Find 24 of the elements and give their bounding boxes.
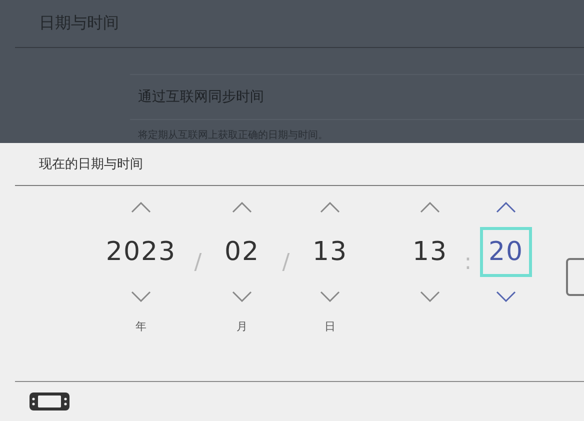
separator: / xyxy=(281,250,291,275)
separator: : xyxy=(463,250,473,275)
handheld-console-icon xyxy=(29,392,70,411)
number-field[interactable]: 02 xyxy=(216,227,268,277)
up-caret-icon[interactable] xyxy=(320,202,340,213)
down-caret-icon[interactable] xyxy=(232,291,252,302)
button-outline[interactable] xyxy=(566,258,584,296)
number-field[interactable]: 13 xyxy=(304,227,356,277)
up-caret-icon[interactable] xyxy=(420,202,440,213)
field-label: 月 xyxy=(236,319,248,333)
up-caret-icon[interactable] xyxy=(232,202,252,213)
dialog-title: 现在的日期与时间 xyxy=(39,156,143,173)
number-field[interactable]: 2023 xyxy=(100,227,182,277)
number-field[interactable]: 20 xyxy=(480,227,532,277)
number-field[interactable]: 13 xyxy=(404,227,456,277)
field-label: 年 xyxy=(136,319,146,333)
down-caret-icon[interactable] xyxy=(131,291,151,302)
separator: / xyxy=(193,250,203,275)
up-caret-icon[interactable] xyxy=(131,202,151,213)
down-caret-icon[interactable] xyxy=(496,291,516,302)
up-caret-icon[interactable] xyxy=(496,202,516,213)
down-caret-icon[interactable] xyxy=(320,291,340,302)
field-label: 日 xyxy=(324,319,336,333)
down-caret-icon[interactable] xyxy=(420,291,440,302)
